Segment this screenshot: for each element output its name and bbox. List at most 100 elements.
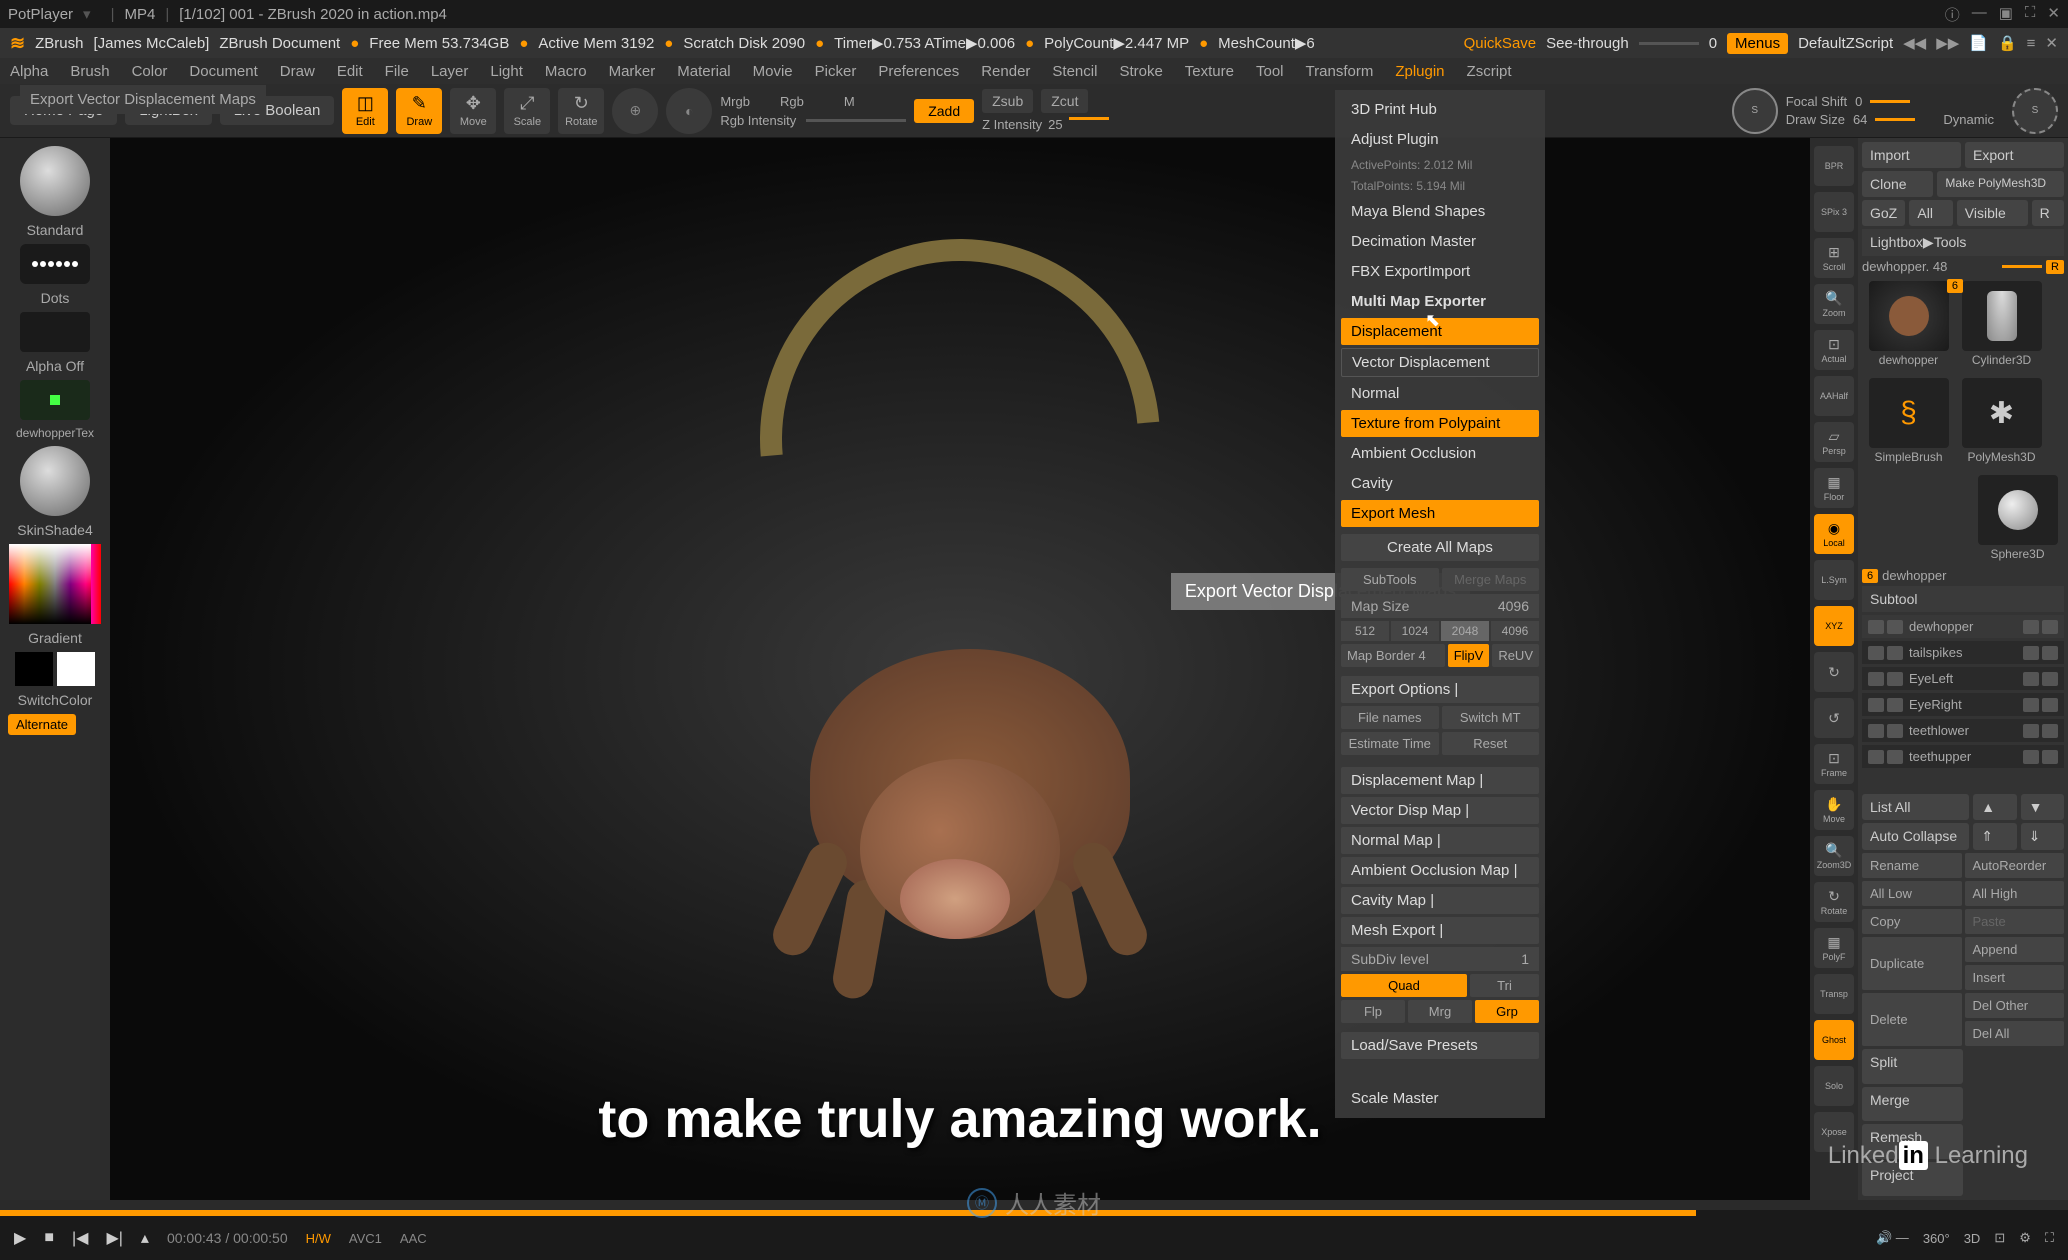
mapborder-label[interactable]: Map Border 4	[1341, 644, 1445, 667]
tool-thumb-simplebrush[interactable]: § SimpleBrush	[1866, 378, 1951, 464]
delother-button[interactable]: Del Other	[1965, 993, 2065, 1018]
lightboxtools-label[interactable]: Lightbox▶Tools	[1862, 229, 2064, 256]
3dprinthub-item[interactable]: 3D Print Hub	[1341, 96, 1539, 123]
quicksave-button[interactable]: QuickSave	[1464, 35, 1537, 52]
mrgb-button[interactable]: Mrgb	[720, 94, 750, 109]
filenames-button[interactable]: File names	[1341, 706, 1439, 729]
subtool-row-eyeleft[interactable]: EyeLeft	[1862, 667, 2064, 690]
switchcolor-label[interactable]: SwitchColor	[18, 692, 93, 708]
reset-button[interactable]: Reset	[1442, 732, 1540, 755]
reuv-button[interactable]: ReUV	[1492, 644, 1539, 667]
info-icon[interactable]: ⓘ	[1945, 4, 1960, 25]
listall-button[interactable]: List All	[1862, 794, 1969, 820]
axis2-button[interactable]: ↺	[1814, 698, 1854, 738]
menu-preferences[interactable]: Preferences	[878, 63, 959, 80]
menu-tool[interactable]: Tool	[1256, 63, 1284, 80]
spix-button[interactable]: SPix 3	[1814, 192, 1854, 232]
3d-label[interactable]: 3D	[1964, 1231, 1981, 1246]
transp-button[interactable]: Transp	[1814, 974, 1854, 1014]
mapsize-slider[interactable]: Map Size4096	[1341, 594, 1539, 618]
m-button[interactable]: M	[844, 94, 855, 109]
vdispmap-item[interactable]: Vector Disp Map |	[1341, 797, 1539, 824]
size-512[interactable]: 512	[1341, 621, 1389, 641]
paste-button[interactable]: Paste	[1965, 909, 2065, 934]
alternate-button[interactable]: Alternate	[8, 714, 76, 735]
menu-document[interactable]: Document	[189, 63, 257, 80]
solo-button[interactable]: Solo	[1814, 1066, 1854, 1106]
cavity-item[interactable]: Cavity	[1341, 470, 1539, 497]
ao-item[interactable]: Ambient Occlusion	[1341, 440, 1539, 467]
menu-brush[interactable]: Brush	[70, 63, 109, 80]
split-button[interactable]: Split	[1862, 1049, 1963, 1084]
flipv-button[interactable]: FlipV	[1448, 644, 1490, 667]
r-button[interactable]: R	[2032, 200, 2064, 226]
cavitymap-item[interactable]: Cavity Map |	[1341, 887, 1539, 914]
brush-circle-icon[interactable]: S	[2012, 88, 2058, 134]
menu-light[interactable]: Light	[490, 63, 523, 80]
actual-button[interactable]: ⊡Actual	[1814, 330, 1854, 370]
zint-slider[interactable]	[1069, 117, 1109, 120]
alllow-button[interactable]: All Low	[1862, 881, 1962, 906]
fullscreen-icon[interactable]: ⛶	[2045, 1230, 2054, 1246]
bpr-button[interactable]: BPR	[1814, 146, 1854, 186]
polyf-button[interactable]: ▦PolyF	[1814, 928, 1854, 968]
subtool-row-tailspikes[interactable]: tailspikes	[1862, 641, 2064, 664]
createall-button[interactable]: Create All Maps	[1341, 534, 1539, 561]
menu-color[interactable]: Color	[132, 63, 168, 80]
rotate-button[interactable]: ↻Rotate	[558, 88, 604, 134]
menu-render[interactable]: Render	[981, 63, 1030, 80]
ghost-button[interactable]: Ghost	[1814, 1020, 1854, 1060]
rename-button[interactable]: Rename	[1862, 853, 1962, 878]
r-badge[interactable]: R	[2046, 260, 2064, 274]
menu-edit[interactable]: Edit	[337, 63, 363, 80]
exportmesh-item[interactable]: Export Mesh	[1341, 500, 1539, 527]
white-swatch[interactable]	[57, 652, 95, 686]
360-label[interactable]: 360°	[1923, 1231, 1950, 1246]
size-1024[interactable]: 1024	[1391, 621, 1439, 641]
loadsave-item[interactable]: Load/Save Presets	[1341, 1032, 1539, 1059]
menu-file[interactable]: File	[385, 63, 409, 80]
dispmap-item[interactable]: Displacement Map |	[1341, 767, 1539, 794]
makepoly-button[interactable]: Make PolyMesh3D	[1937, 171, 2064, 197]
normal-item[interactable]: Normal	[1341, 380, 1539, 407]
zcut-button[interactable]: Zcut	[1041, 89, 1088, 113]
sculptris-icon[interactable]: ◐	[666, 88, 712, 134]
viewport[interactable]: Export Vector Displacement Maps to make …	[110, 138, 1810, 1200]
allhigh-button[interactable]: All High	[1965, 881, 2065, 906]
menu-stroke[interactable]: Stroke	[1119, 63, 1162, 80]
menu-zplugin[interactable]: Zplugin	[1395, 63, 1444, 80]
menu-stencil[interactable]: Stencil	[1052, 63, 1097, 80]
focalshift-slider[interactable]	[1870, 100, 1910, 103]
decimation-item[interactable]: Decimation Master	[1341, 228, 1539, 255]
esttime-button[interactable]: Estimate Time	[1341, 732, 1439, 755]
menu-transform[interactable]: Transform	[1306, 63, 1374, 80]
prev-icon[interactable]: ◀◀	[1903, 34, 1926, 52]
menu-zscript[interactable]: Zscript	[1467, 63, 1512, 80]
menu-layer[interactable]: Layer	[431, 63, 469, 80]
append-button[interactable]: Append	[1965, 937, 2065, 962]
flp-button[interactable]: Flp	[1341, 1000, 1405, 1023]
file-icon[interactable]: 📄	[1969, 34, 1988, 52]
scroll-button[interactable]: ⊞Scroll	[1814, 238, 1854, 278]
play-button[interactable]: ▶	[14, 1228, 26, 1248]
size-2048[interactable]: 2048	[1441, 621, 1489, 641]
scalemaster-item[interactable]: Scale Master	[1341, 1085, 1539, 1112]
volume-icon[interactable]: 🔊 —	[1876, 1230, 1909, 1246]
menu-icon[interactable]: ≡	[2027, 35, 2036, 52]
persp-button[interactable]: ▱Persp	[1814, 422, 1854, 462]
menu-draw[interactable]: Draw	[280, 63, 315, 80]
axis1-button[interactable]: ↻	[1814, 652, 1854, 692]
drawsize-slider[interactable]	[1875, 118, 1915, 121]
color-picker[interactable]	[9, 544, 101, 624]
merge-button[interactable]: Merge	[1862, 1087, 1963, 1122]
subtool-row-teethlower[interactable]: teethlower	[1862, 719, 2064, 742]
arrow-up-button[interactable]: ▲	[1973, 794, 2016, 820]
subtools-button[interactable]: SubTools	[1341, 568, 1439, 591]
subtool-header[interactable]: Subtool	[1862, 586, 2064, 612]
fbx-item[interactable]: FBX ExportImport	[1341, 258, 1539, 285]
move-up-button[interactable]: ⇑	[1973, 823, 2016, 850]
brush-preview[interactable]	[20, 146, 90, 216]
material-preview[interactable]	[20, 446, 90, 516]
exportoptions-item[interactable]: Export Options |	[1341, 676, 1539, 703]
zadd-button[interactable]: Zadd	[914, 99, 974, 123]
